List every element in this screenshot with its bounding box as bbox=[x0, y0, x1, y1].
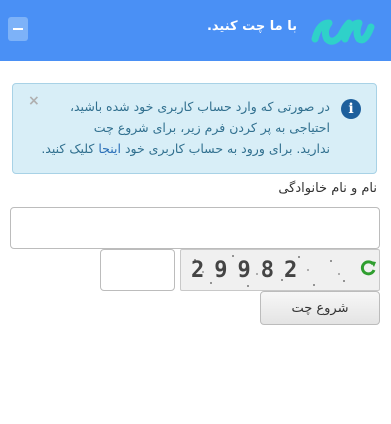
info-icon: i bbox=[341, 99, 361, 119]
captcha-image: 29982 bbox=[180, 249, 380, 291]
sana-logo-icon bbox=[311, 19, 375, 45]
name-label: نام و نام خانوادگی bbox=[278, 181, 377, 196]
alert-line-3: ندارید. برای ورود به حساب کاربری خود این… bbox=[30, 138, 330, 159]
header-title: با ما چت کنید. bbox=[206, 19, 297, 34]
info-alert: i × در صورتی که وارد حساب کاربری خود شده… bbox=[12, 83, 377, 174]
alert-line-1: در صورتی که وارد حساب کاربری خود شده باش… bbox=[69, 99, 330, 114]
captcha-input[interactable] bbox=[100, 249, 175, 291]
start-chat-button[interactable]: شروع چت bbox=[260, 291, 380, 325]
alert-line-2: احتیاجی به پر کردن فرم زیر، برای شروع چت bbox=[93, 120, 330, 135]
login-link[interactable]: اینجا bbox=[98, 141, 121, 156]
captcha-code: 29982 bbox=[191, 258, 308, 283]
alert-line-3-start: ندارید. برای ورود به حساب کاربری خود bbox=[120, 141, 330, 156]
minus-icon bbox=[13, 28, 23, 30]
chat-header: با ما چت کنید. bbox=[0, 0, 391, 61]
refresh-icon[interactable] bbox=[359, 259, 377, 277]
alert-message: در صورتی که وارد حساب کاربری خود شده باش… bbox=[30, 96, 330, 159]
alert-line-3-end: کلیک کنید. bbox=[41, 141, 99, 156]
name-input[interactable] bbox=[10, 207, 380, 249]
minimize-button[interactable] bbox=[8, 17, 28, 41]
